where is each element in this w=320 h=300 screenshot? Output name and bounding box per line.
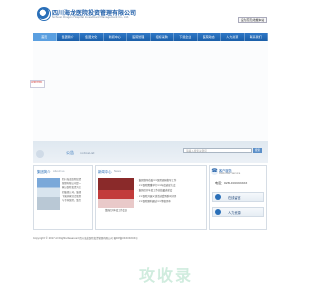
news-image[interactable]	[98, 178, 134, 208]
news-image-caption[interactable]: 集团召开年度工作会议	[98, 208, 134, 212]
notice-title: 公告	[66, 150, 74, 155]
intro-text: 四川海龙医院投资 管理有限公司是一 家以医院投资为主 的集团公司，集团 下属多家…	[62, 178, 90, 203]
nav-item-home[interactable]: 首页	[33, 33, 57, 41]
notice-title-en: noticeList	[80, 150, 95, 155]
intro-title: 集团简介	[37, 170, 51, 174]
hotline-number: 电话：028-XXXXXXXX	[215, 181, 248, 185]
search-button[interactable]: 搜索	[253, 148, 262, 153]
main-nav: 首页 集团简介 集团文化 新闻中心 医院管理 招标采购 下载企业 医院动态 人力…	[33, 33, 268, 41]
contact-title-en: Customer Service	[219, 172, 241, 175]
hospital-image[interactable]	[37, 178, 60, 210]
message-icon	[215, 194, 221, 200]
message-link-label: 在线留言	[228, 196, 241, 200]
company-logo	[37, 7, 51, 21]
nav-item-download[interactable]: 下载企业	[174, 33, 198, 41]
intro-title-en: About us	[53, 169, 65, 173]
news-list: 集团领导莅临××医院调研指导工作 ××医院隆重举行××年度表彰大会 集团召开年度…	[137, 178, 205, 204]
nav-item-hr[interactable]: 人力资源	[221, 33, 245, 41]
nav-item-news[interactable]: 新闻中心	[104, 33, 127, 41]
company-name-en: Sichuan Dragon Hospital Investment Manag…	[52, 15, 130, 19]
notice-icon	[36, 150, 44, 158]
nav-item-contact[interactable]: 联系我们	[245, 33, 268, 41]
nav-item-dynamics[interactable]: 医院动态	[198, 33, 221, 41]
watermark: 攻收录	[138, 266, 193, 285]
news-title: 新闻中心	[98, 170, 112, 174]
news-item[interactable]: ××医院顺利通过××等级评审	[137, 199, 205, 204]
hr-link-label: 人力资源	[228, 211, 241, 215]
nav-item-about[interactable]: 集团简介	[57, 33, 80, 41]
news-title-en: News	[114, 169, 122, 173]
top-links[interactable]: 设为首页|收藏本站	[238, 17, 267, 23]
nav-item-culture[interactable]: 集团文化	[80, 33, 104, 41]
search-input[interactable]: 请输入搜索关键词	[183, 148, 252, 153]
user-icon	[215, 209, 221, 215]
nav-item-management[interactable]: 医院管理	[127, 33, 151, 41]
banner-area	[33, 41, 268, 141]
nav-item-bidding[interactable]: 招标采购	[151, 33, 174, 41]
phone-icon: ☎	[211, 168, 218, 175]
intro-line: 与专科医院，致力	[62, 199, 82, 203]
copyright: Copyright © 2017 All Rights Reserved 四川海…	[33, 237, 138, 240]
certified-badge-label: CERTIFIED	[31, 81, 43, 84]
